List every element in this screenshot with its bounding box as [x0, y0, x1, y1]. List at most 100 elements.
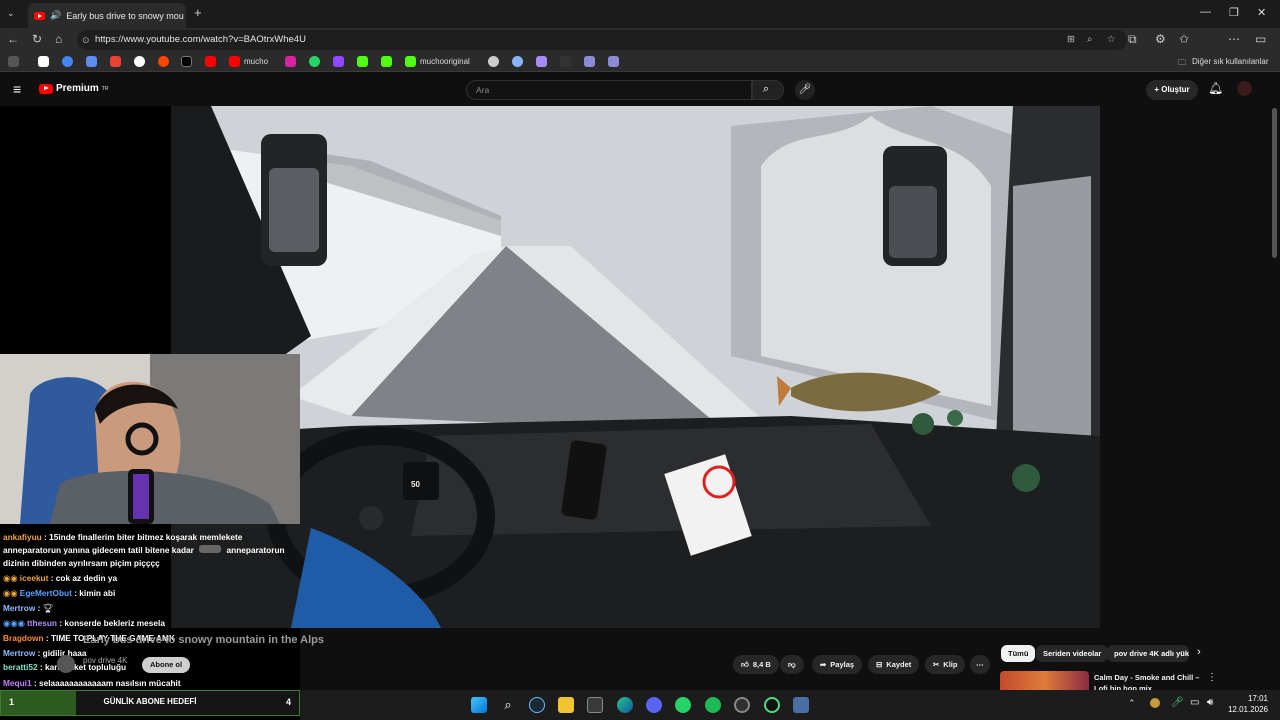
steam-icon[interactable]	[529, 697, 545, 713]
chip-series[interactable]: Seriden videolar	[1036, 645, 1109, 662]
sidebar-toggle-icon[interactable]: ▭	[1255, 32, 1266, 46]
channel-avatar[interactable]	[57, 655, 75, 673]
like-button[interactable]: 👍︎ 8,4 B	[733, 655, 779, 674]
instagram-icon[interactable]	[285, 56, 296, 67]
bookmark-icon[interactable]	[38, 56, 49, 67]
favorite-star-icon[interactable]: ☆	[1107, 30, 1116, 50]
chat-username: iceekut	[19, 573, 49, 583]
collections-icon[interactable]	[8, 56, 19, 67]
twitch-icon[interactable]	[333, 56, 344, 67]
search-icon: ⌕	[763, 83, 770, 95]
google-icon[interactable]	[134, 56, 145, 67]
video-player[interactable]: 50	[171, 106, 1100, 628]
app-icon[interactable]	[764, 697, 780, 713]
extensions-icon[interactable]: ⧉	[1128, 32, 1137, 47]
youtube-icon[interactable]	[229, 56, 240, 67]
zoom-icon[interactable]: ⌕	[1087, 30, 1092, 50]
folder-icon[interactable]: 🗀	[1178, 57, 1186, 71]
chevron-right-icon[interactable]: ›	[1197, 646, 1201, 658]
app-available-icon[interactable]: ⊞	[1067, 30, 1075, 50]
clip-button[interactable]: ✂ Klip	[925, 655, 966, 674]
chat-username: Mequi1	[3, 678, 32, 688]
system-clock[interactable]: 17:01 12.01.2026	[1226, 693, 1268, 715]
microphone-icon[interactable]: 🎤︎	[1171, 697, 1184, 708]
bookmark-label[interactable]: muchooriginal	[420, 57, 470, 66]
site-info-icon[interactable]: ⊙	[82, 30, 90, 50]
hamburger-menu-icon[interactable]: ≡	[13, 81, 21, 97]
minimize-button[interactable]: —	[1200, 6, 1211, 18]
more-menu-icon[interactable]: ⋯	[1228, 32, 1240, 46]
search-button[interactable]: ⌕	[752, 80, 784, 100]
scrollbar-thumb[interactable]	[1272, 108, 1277, 258]
bookmark-icon[interactable]	[584, 56, 595, 67]
bookmark-icon[interactable]	[608, 56, 619, 67]
spotify-icon[interactable]	[705, 697, 721, 713]
search-taskbar-icon[interactable]: ⌕	[500, 697, 516, 713]
whatsapp-taskbar-icon[interactable]	[675, 697, 691, 713]
browser-tab-strip: ⌄ 🔊 Early bus drive to snowy mou ✕ + — ❐…	[0, 0, 1280, 28]
bookmark-icon[interactable]	[512, 56, 523, 67]
x-icon[interactable]	[181, 56, 192, 67]
notifications-bell-icon[interactable]: 🔔︎	[1208, 81, 1223, 95]
url-field[interactable]: ⊙ https://www.youtube.com/watch?v=BAOtrx…	[77, 30, 1127, 50]
search-input[interactable]: Ara	[466, 80, 752, 100]
reddit-icon[interactable]	[158, 56, 169, 67]
subscribe-button[interactable]: Abone ol	[142, 657, 191, 673]
chip-all[interactable]: Tümü	[1001, 645, 1036, 662]
youtube-icon[interactable]	[205, 56, 216, 67]
tab-actions-icon[interactable]: ⌄	[7, 8, 15, 19]
bookmark-icon[interactable]	[86, 56, 97, 67]
browser-essentials-icon[interactable]: ⚙	[1155, 32, 1166, 46]
obs-icon[interactable]	[734, 697, 750, 713]
bookmark-label[interactable]: mucho	[244, 57, 268, 66]
app-icon[interactable]	[793, 697, 809, 713]
kick-icon[interactable]	[357, 56, 368, 67]
recommended-title[interactable]: Calm Day - Smoke and Chill –	[1094, 673, 1199, 682]
bookmark-icon[interactable]	[488, 56, 499, 67]
new-tab-button[interactable]: +	[194, 5, 202, 20]
start-icon[interactable]	[471, 697, 487, 713]
network-icon[interactable]: ▭	[1190, 697, 1199, 708]
tray-chevron-icon[interactable]: ⌃	[1128, 698, 1136, 709]
bookmark-icon[interactable]	[62, 56, 73, 67]
bookmark-icon[interactable]	[536, 56, 547, 67]
reload-icon[interactable]: ↻	[32, 32, 42, 46]
recommended-more-icon[interactable]: ⋮	[1207, 672, 1217, 683]
kick-icon[interactable]	[405, 56, 416, 67]
dislike-button[interactable]: 👎︎	[780, 655, 804, 674]
chip-channel-uploads[interactable]: pov drive 4K adlı yük	[1107, 645, 1189, 662]
voice-search-icon[interactable]: 🎤︎	[795, 80, 815, 100]
edge-icon[interactable]	[617, 697, 633, 713]
account-avatar[interactable]	[1237, 81, 1252, 96]
channel-name[interactable]: pov drive 4K	[83, 656, 127, 665]
restore-button[interactable]: ❐	[1229, 6, 1239, 19]
chat-message: Mertrow : gidilir haaa	[3, 648, 87, 658]
file-explorer-icon[interactable]	[558, 697, 574, 713]
youtube-logo[interactable]: Premium TR	[39, 83, 108, 94]
goal-label: GÜNLİK ABONE HEDEFİ	[103, 697, 197, 706]
store-icon[interactable]	[587, 697, 603, 713]
discord-icon[interactable]	[646, 697, 662, 713]
kick-icon[interactable]	[381, 56, 392, 67]
share-button[interactable]: ➦ Paylaş	[812, 655, 863, 674]
tray-app-icon[interactable]	[1150, 698, 1160, 708]
save-button[interactable]: ⊟ Kaydet	[868, 655, 920, 674]
more-icon: ⋯	[976, 660, 984, 669]
emote-icon: 🏆︎	[42, 603, 54, 613]
whatsapp-icon[interactable]	[309, 56, 320, 67]
other-bookmarks-label[interactable]: Diğer sık kullanılanlar	[1192, 57, 1268, 66]
create-button[interactable]: + Oluştur	[1146, 80, 1198, 100]
favorites-icon[interactable]: ✩	[1179, 32, 1189, 46]
bookmark-icon[interactable]	[560, 56, 571, 67]
close-window-button[interactable]: ✕	[1257, 6, 1266, 19]
home-icon[interactable]: ⌂	[55, 32, 62, 46]
recommended-thumbnail[interactable]	[1000, 671, 1089, 690]
back-icon[interactable]: ←	[7, 32, 19, 46]
chat-message: ◉◉ iceekut : cok az dedin ya	[3, 573, 118, 583]
volume-icon[interactable]: 🔊︎	[1207, 697, 1213, 708]
browser-tab-active[interactable]: 🔊 Early bus drive to snowy mou ✕	[28, 3, 186, 28]
speaker-icon[interactable]: 🔊	[50, 10, 61, 21]
gmail-icon[interactable]	[110, 56, 121, 67]
chat-username: Bragdown	[3, 633, 44, 643]
more-actions-button[interactable]: ⋯	[970, 655, 990, 674]
